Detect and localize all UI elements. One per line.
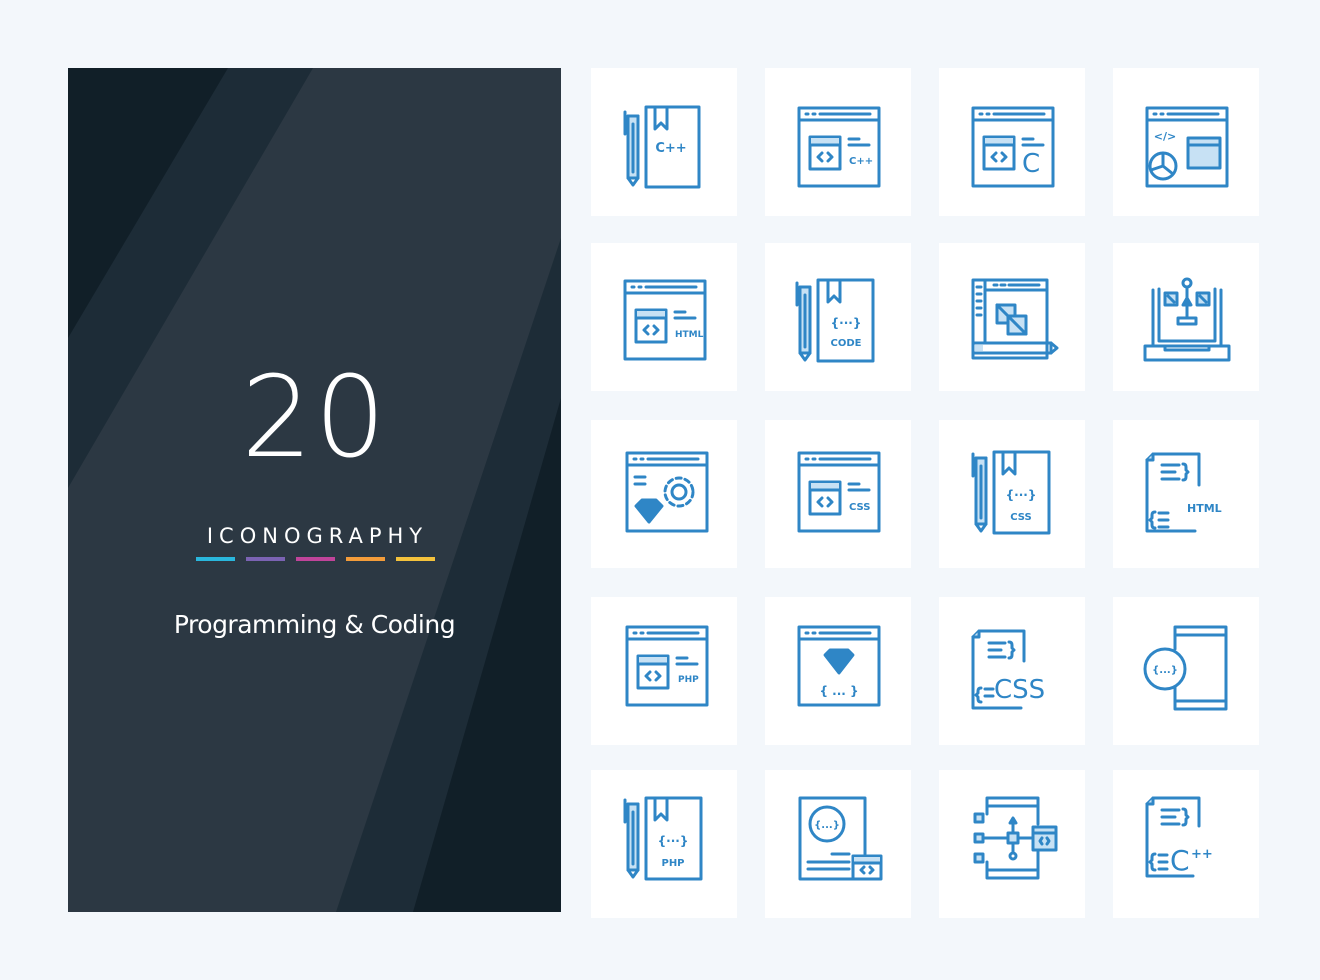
icon-text: C++ — [849, 156, 873, 167]
mobile-code-icon: {...} — [1143, 625, 1228, 711]
icon-tile[interactable]: </> — [1113, 68, 1259, 216]
icon-text: PHP — [661, 858, 684, 869]
mobile-flowchart-icon — [973, 796, 1058, 880]
accent-bar-yellow — [396, 557, 435, 561]
code-document-icon: {...} — [798, 796, 883, 881]
icon-text: {···} — [831, 316, 862, 330]
icon-tile[interactable]: {···} PHP — [591, 770, 737, 918]
icon-tile[interactable]: PHP — [591, 597, 737, 745]
accent-bar-magenta — [296, 557, 335, 561]
laptop-flowchart-icon — [1143, 277, 1231, 362]
code-book-pencil-icon: {···} CODE — [795, 278, 875, 363]
icon-text: CSS — [1010, 512, 1031, 523]
icon-count: 20 — [241, 353, 388, 483]
ruby-browser-icon: { ... } — [797, 625, 881, 707]
icon-text: CSS — [994, 675, 1045, 705]
icon-tile[interactable] — [591, 420, 737, 568]
accent-bar-orange — [346, 557, 385, 561]
cover-background — [68, 68, 561, 912]
icon-tile[interactable] — [1113, 243, 1259, 391]
cpp-file-icon: C ++ — [1145, 796, 1213, 878]
icon-text: {···} — [658, 834, 689, 848]
icon-text: ++ — [1191, 847, 1213, 862]
html-file-icon: HTML — [1145, 452, 1222, 533]
icon-tile[interactable]: { ... } — [765, 597, 911, 745]
icon-tile[interactable] — [939, 243, 1085, 391]
icon-text: CSS — [849, 502, 870, 513]
icon-text: {...} — [1152, 665, 1178, 676]
icon-text: </> — [1154, 130, 1176, 143]
icon-tile[interactable]: {...} — [1113, 597, 1259, 745]
cpp-book-pencil-icon: C++ — [623, 105, 701, 189]
icon-text: C — [1022, 149, 1040, 179]
icon-text: HTML — [1187, 502, 1222, 515]
icon-text: {...} — [814, 820, 840, 831]
icon-tile[interactable]: C++ — [765, 68, 911, 216]
icon-text: PHP — [678, 675, 699, 685]
icon-tile[interactable]: C ++ — [1113, 770, 1259, 918]
iconography-label: ICONOGRAPHY — [206, 524, 429, 548]
icon-tile[interactable]: {···} CODE — [765, 243, 911, 391]
icon-tile[interactable]: HTML — [591, 243, 737, 391]
css-book-pencil-icon: {···} CSS — [971, 450, 1051, 535]
accent-bar-cyan — [196, 557, 235, 561]
icon-tile[interactable]: C++ — [591, 68, 737, 216]
css-browser-icon: CSS — [797, 451, 881, 533]
cpp-browser-icon: C++ — [797, 106, 881, 188]
design-editor-icon — [971, 278, 1059, 360]
icon-tile[interactable]: {···} CSS — [939, 420, 1085, 568]
gem-gear-browser-icon — [625, 451, 709, 533]
icon-text: { ... } — [819, 684, 858, 698]
icon-text: CODE — [831, 338, 862, 349]
icon-tile[interactable]: CSS — [765, 420, 911, 568]
icon-text: HTML — [675, 330, 704, 340]
html-browser-icon: HTML — [623, 279, 707, 361]
icon-tile[interactable]: HTML — [1113, 420, 1259, 568]
icon-tile[interactable] — [939, 770, 1085, 918]
accent-bar-purple — [246, 557, 285, 561]
cover-panel: 20 ICONOGRAPHY Programming & Coding — [68, 68, 561, 912]
icon-tile[interactable]: C — [939, 68, 1085, 216]
icon-text: C++ — [655, 141, 686, 156]
php-browser-icon: PHP — [625, 625, 709, 707]
accent-bars — [196, 557, 435, 561]
icon-tile[interactable]: CSS — [939, 597, 1085, 745]
pack-title: Programming & Coding — [173, 610, 456, 639]
icon-text: C — [1170, 844, 1190, 877]
c-browser-icon: C — [971, 106, 1055, 188]
code-chart-browser-icon: </> — [1145, 106, 1229, 188]
icon-text: {···} — [1006, 488, 1037, 502]
css-file-icon: CSS — [971, 629, 1045, 710]
icon-tile[interactable]: {...} — [765, 770, 911, 918]
php-book-pencil-icon: {···} PHP — [623, 796, 703, 881]
